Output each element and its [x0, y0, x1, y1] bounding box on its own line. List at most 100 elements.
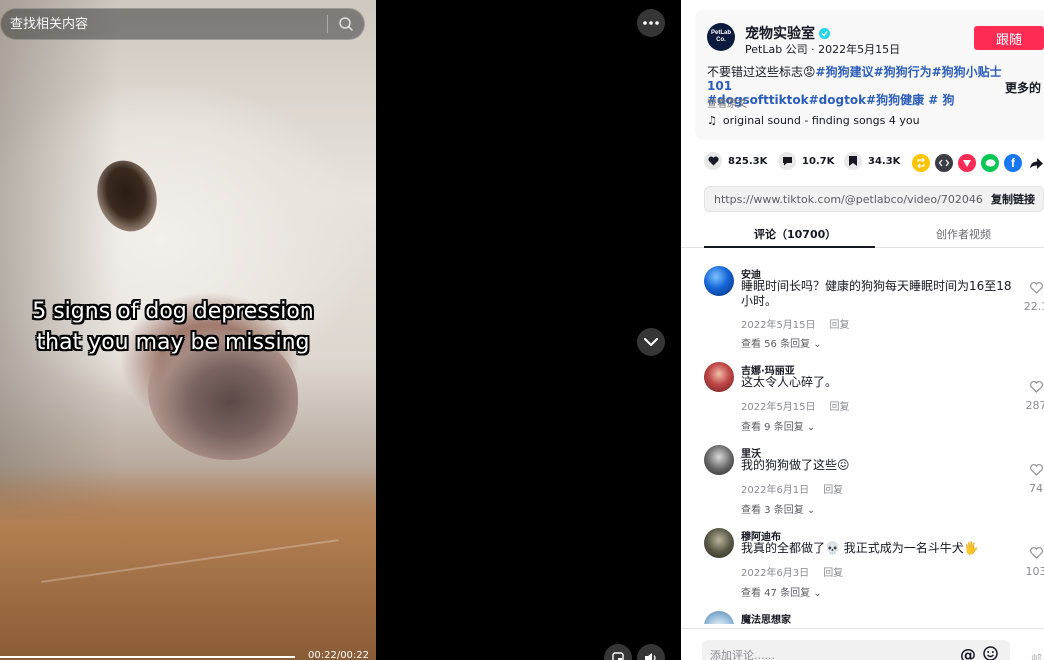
comment-date: 2022年6月3日	[741, 568, 810, 579]
chevron-down-icon	[644, 337, 658, 346]
caption-line-1: 5 signs of dog depression	[32, 299, 314, 324]
view-replies-label: 查看 3 条回复	[741, 505, 804, 516]
caption-line-2: that you may be missing	[36, 330, 310, 355]
heart-outline-icon	[1029, 547, 1043, 559]
picture-in-picture-icon	[612, 652, 624, 660]
commenter-avatar[interactable]	[704, 362, 734, 392]
search-input[interactable]	[1, 9, 327, 39]
video-player[interactable]: 5 signs of dog depression that you may b…	[0, 0, 681, 660]
chevron-down-icon: ⌄	[806, 422, 816, 433]
volume-icon	[645, 653, 656, 660]
like-count: 825.3K	[728, 155, 768, 167]
active-tab-indicator	[704, 246, 875, 248]
follow-button[interactable]: 跟随	[974, 26, 1044, 50]
author-avatar[interactable]: PetLab Co.	[707, 23, 735, 51]
author-name-row[interactable]: 宠物实验室	[745, 23, 830, 43]
author-name[interactable]: 宠物实验室	[745, 23, 815, 43]
copy-link-button[interactable]: 复制链接	[983, 191, 1043, 207]
commenter-avatar[interactable]	[704, 528, 734, 558]
action-bar: 825.3K 10.7K 34.3K f	[681, 152, 1044, 174]
video-caption: 5 signs of dog depression that you may b…	[0, 296, 346, 358]
post-comment-button[interactable]: 邮	[1031, 651, 1042, 660]
video-progress-bar[interactable]	[0, 656, 295, 658]
heart-outline-icon	[1029, 282, 1043, 294]
like-button[interactable]: 825.3K	[704, 152, 767, 170]
reply-button[interactable]: 回复	[830, 320, 850, 331]
comment-meta: 2022年5月15日 回复	[741, 316, 850, 331]
comment-like-button[interactable]: 22.1	[1021, 281, 1044, 313]
save-count: 34.3K	[868, 155, 901, 167]
video-progress-fill	[0, 656, 295, 658]
view-replies-button[interactable]: 查看 3 条回复 ⌄	[741, 501, 815, 516]
comment-text: 这太令人心碎了。	[741, 375, 838, 389]
comment-text: 我的狗狗做了这些😖	[741, 458, 850, 472]
music-link[interactable]: ♫ original sound - finding songs 4 you	[707, 114, 920, 127]
commenter-name[interactable]: 魔法思想家	[741, 611, 791, 624]
video-frame[interactable]: 5 signs of dog depression that you may b…	[0, 0, 376, 660]
comment-like-count: 103	[1025, 565, 1044, 578]
video-description: 不要错过这些标志😡#狗狗建议#狗狗行为#狗狗小贴士101 #dogsofttik…	[707, 65, 1025, 107]
reply-button[interactable]: 回复	[823, 485, 843, 496]
wooden-floor	[0, 470, 376, 660]
author-card: PetLab Co. 宠物实验室 PetLab 公司 · 2022年5月15日 …	[695, 10, 1044, 140]
chevron-down-icon: ⌄	[813, 588, 822, 599]
repost-icon[interactable]	[912, 154, 930, 172]
heart-outline-icon	[1029, 464, 1043, 476]
description-text: 不要错过这些标志😡	[707, 65, 816, 79]
comment-meta: 2022年5月15日 回复	[741, 398, 850, 413]
line-icon[interactable]	[981, 154, 999, 172]
share-send-icon[interactable]	[958, 154, 976, 172]
comment-count: 10.7K	[802, 155, 835, 167]
save-button[interactable]: 34.3K	[844, 152, 900, 170]
detail-panel: PetLab Co. 宠物实验室 PetLab 公司 · 2022年5月15日 …	[681, 0, 1044, 660]
commenter-avatar[interactable]	[704, 445, 734, 475]
verified-badge-icon	[819, 27, 830, 39]
picture-in-picture-button[interactable]	[604, 644, 632, 660]
commenter-avatar[interactable]	[704, 266, 734, 296]
commenter-avatar[interactable]	[704, 611, 734, 624]
comment-date: 2022年6月1日	[741, 485, 810, 496]
comment-like-count: 22.1	[1023, 300, 1044, 313]
share-arrow-icon[interactable]	[1027, 154, 1044, 172]
emoji-button[interactable]	[983, 646, 998, 660]
view-replies-label: 查看 56 条回复	[741, 339, 811, 350]
comment-like-count: 287	[1025, 399, 1044, 412]
view-replies-label: 查看 47 条回复	[741, 588, 811, 599]
author-subtitle: PetLab 公司 · 2022年5月15日	[745, 43, 901, 56]
search-button[interactable]	[328, 9, 364, 39]
view-original-link[interactable]: 查看原文	[707, 95, 747, 110]
reply-button[interactable]: 回复	[830, 402, 850, 413]
comment-input-bar: @ 邮	[681, 628, 1044, 660]
search-icon	[339, 17, 353, 31]
comment-button[interactable]: 10.7K	[778, 152, 834, 170]
comment-like-button[interactable]: 103	[1021, 546, 1044, 578]
tab-creator-videos[interactable]: 创作者视频	[936, 226, 991, 242]
embed-icon[interactable]	[935, 154, 953, 172]
comment-text: 睡眠时间长吗？健康的狗狗每天睡眠时间为16至18小时。	[741, 279, 1012, 308]
facebook-icon[interactable]: f	[1004, 154, 1022, 172]
tab-comments[interactable]: 评论（10700）	[754, 226, 836, 242]
volume-button[interactable]	[637, 644, 665, 660]
music-note-icon: ♫	[707, 114, 717, 127]
mention-button[interactable]: @	[960, 645, 976, 660]
comment-bubble-icon	[778, 152, 796, 170]
video-time: 00:22/00:22	[308, 650, 370, 660]
chevron-down-icon: ⌄	[813, 339, 822, 350]
view-replies-button[interactable]: 查看 47 条回复 ⌄	[741, 584, 822, 599]
view-replies-button[interactable]: 查看 9 条回复 ⌄	[741, 418, 815, 433]
video-link-box: https://www.tiktok.com/@petlabco/video/7…	[704, 186, 1044, 212]
comment-like-button[interactable]: 74	[1021, 463, 1044, 495]
comment-list[interactable]: 安迪 睡眠时间长吗？健康的狗狗每天睡眠时间为16至18小时。 2022年5月15…	[681, 256, 1044, 624]
video-link-url[interactable]: https://www.tiktok.com/@petlabco/video/7…	[705, 193, 983, 206]
comment-text: 我真的全都做了💀 我正式成为一名斗牛犬🖐	[741, 541, 979, 555]
more-options-button[interactable]	[637, 9, 665, 37]
view-replies-button[interactable]: 查看 56 条回复 ⌄	[741, 335, 822, 350]
tiktok-video-page: 5 signs of dog depression that you may b…	[0, 0, 1044, 660]
comment-like-button[interactable]: 287	[1021, 380, 1044, 412]
emoji-icon	[983, 646, 998, 660]
heart-outline-icon	[1029, 381, 1043, 393]
reply-button[interactable]: 回复	[823, 568, 843, 579]
description-more-button[interactable]: 更多的	[1005, 79, 1041, 96]
bookmark-icon	[844, 152, 862, 170]
next-video-button[interactable]	[637, 328, 665, 356]
